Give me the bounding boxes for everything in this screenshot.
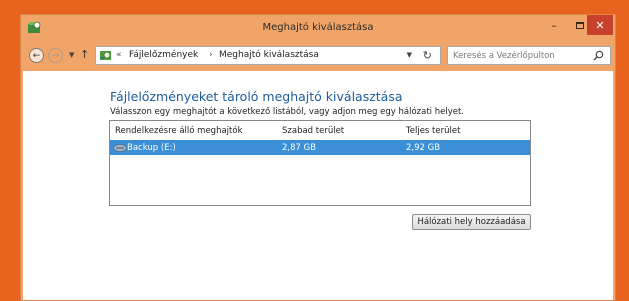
- refresh-icon[interactable]: ↻: [423, 49, 432, 62]
- control-panel-icon: [100, 51, 111, 60]
- drive-name: Backup (E:): [127, 143, 176, 153]
- drive-icon: [113, 144, 127, 152]
- search-box[interactable]: [447, 46, 611, 65]
- list-item[interactable]: Backup (E:) 2,87 GB 2,92 GB: [110, 140, 530, 155]
- search-icon[interactable]: [593, 50, 604, 61]
- drive-free-space: 2,87 GB: [282, 143, 317, 153]
- drive-list[interactable]: Rendelkezésre álló meghajtók Szabad terü…: [109, 120, 531, 206]
- content-area: Fájlelőzményeket tároló meghajtó kiválas…: [23, 71, 613, 300]
- minimize-icon: –: [551, 18, 557, 32]
- address-dropdown-icon[interactable]: ▼: [407, 51, 412, 59]
- breadcrumb-arrow-icon[interactable]: ›: [209, 50, 213, 60]
- breadcrumb-file-history[interactable]: Fájlelőzmények: [129, 50, 198, 60]
- window-title: Meghajtó kiválasztása: [262, 22, 374, 33]
- column-header-total-space[interactable]: Teljes terület: [406, 126, 460, 136]
- forward-button[interactable]: →: [48, 48, 63, 63]
- recent-locations-dropdown[interactable]: ▼: [69, 51, 74, 59]
- close-icon: ✕: [595, 18, 605, 32]
- search-input[interactable]: [453, 49, 583, 62]
- list-header: Rendelkezésre álló meghajtók Szabad terü…: [110, 121, 530, 139]
- drive-total-space: 2,92 GB: [406, 143, 441, 153]
- navigation-bar: ← → ▼ ↑ « Fájlelőzmények › Meghajtó kivá…: [21, 41, 615, 71]
- title-bar: Meghajtó kiválasztása – ✕: [21, 15, 615, 41]
- window: Meghajtó kiválasztása – ✕ ← → ▼ ↑ « Fájl…: [20, 14, 616, 301]
- minimize-button[interactable]: –: [541, 15, 567, 35]
- back-arrow-icon: ←: [32, 50, 41, 61]
- add-network-location-button[interactable]: Hálózati hely hozzáadása: [412, 214, 531, 230]
- forward-arrow-icon: →: [51, 50, 60, 61]
- breadcrumb-select-drive[interactable]: Meghajtó kiválasztása: [219, 50, 319, 60]
- up-button[interactable]: ↑: [80, 48, 89, 61]
- close-button[interactable]: ✕: [587, 15, 613, 35]
- address-bar[interactable]: « Fájlelőzmények › Meghajtó kiválasztása…: [95, 46, 441, 65]
- column-header-drives[interactable]: Rendelkezésre álló meghajtók: [115, 126, 243, 136]
- page-title: Fájlelőzményeket tároló meghajtó kiválas…: [110, 89, 403, 104]
- back-button[interactable]: ←: [29, 48, 44, 63]
- instruction-text: Válasszon egy meghajtót a következő list…: [110, 107, 465, 117]
- column-header-free-space[interactable]: Szabad terület: [282, 126, 344, 136]
- breadcrumb-overflow[interactable]: «: [116, 50, 122, 60]
- maximize-icon: [576, 21, 584, 29]
